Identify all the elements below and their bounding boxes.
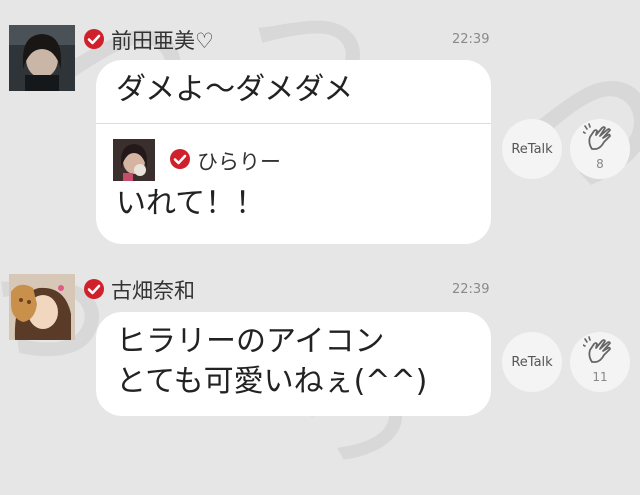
timestamp: 22:39 bbox=[452, 282, 490, 297]
sender-name: 古畑奈和 bbox=[111, 279, 195, 303]
retalk-button[interactable]: ReTalk bbox=[502, 119, 562, 179]
message-bubble[interactable]: ヒラリーのアイコン とても可愛いねぇ(^^) bbox=[96, 312, 491, 416]
quoted-sender-name: ひらりー bbox=[197, 150, 281, 174]
message-text-line: ヒラリーのアイコン bbox=[116, 324, 385, 359]
message-item: 古畑奈和 22:39 ヒラリーのアイコン とても可愛いねぇ(^^) ReTalk… bbox=[0, 250, 640, 434]
avatar[interactable] bbox=[9, 274, 75, 340]
clap-count: 8 bbox=[596, 157, 604, 171]
clap-button[interactable]: 11 bbox=[570, 332, 630, 392]
clap-icon bbox=[583, 123, 611, 150]
clap-button[interactable]: 8 bbox=[570, 119, 630, 179]
sender-name: 前田亜美♡ bbox=[111, 29, 214, 53]
clap-icon bbox=[583, 336, 611, 363]
message-text: ダメよ〜ダメダメ bbox=[116, 72, 354, 107]
clap-count: 11 bbox=[592, 370, 608, 384]
quoted-message-text: いれて！！ bbox=[116, 186, 266, 221]
message-text-line: とても可愛いねぇ(^^) bbox=[116, 364, 428, 399]
message-bubble[interactable]: ダメよ〜ダメダメ ひらりー いれて！！ bbox=[96, 60, 491, 244]
verified-badge-icon bbox=[84, 279, 104, 299]
retalk-button[interactable]: ReTalk bbox=[502, 332, 562, 392]
verified-badge-icon bbox=[84, 29, 104, 49]
quoted-avatar[interactable] bbox=[113, 139, 155, 181]
timestamp: 22:39 bbox=[452, 32, 490, 47]
avatar[interactable] bbox=[9, 25, 75, 91]
divider bbox=[96, 123, 491, 124]
verified-badge-icon bbox=[170, 149, 190, 169]
retalk-label: ReTalk bbox=[511, 354, 553, 370]
message-item: 前田亜美♡ 22:39 ダメよ〜ダメダメ ひらりー いれて！！ ReTalk 8 bbox=[0, 0, 640, 250]
retalk-label: ReTalk bbox=[511, 141, 553, 157]
